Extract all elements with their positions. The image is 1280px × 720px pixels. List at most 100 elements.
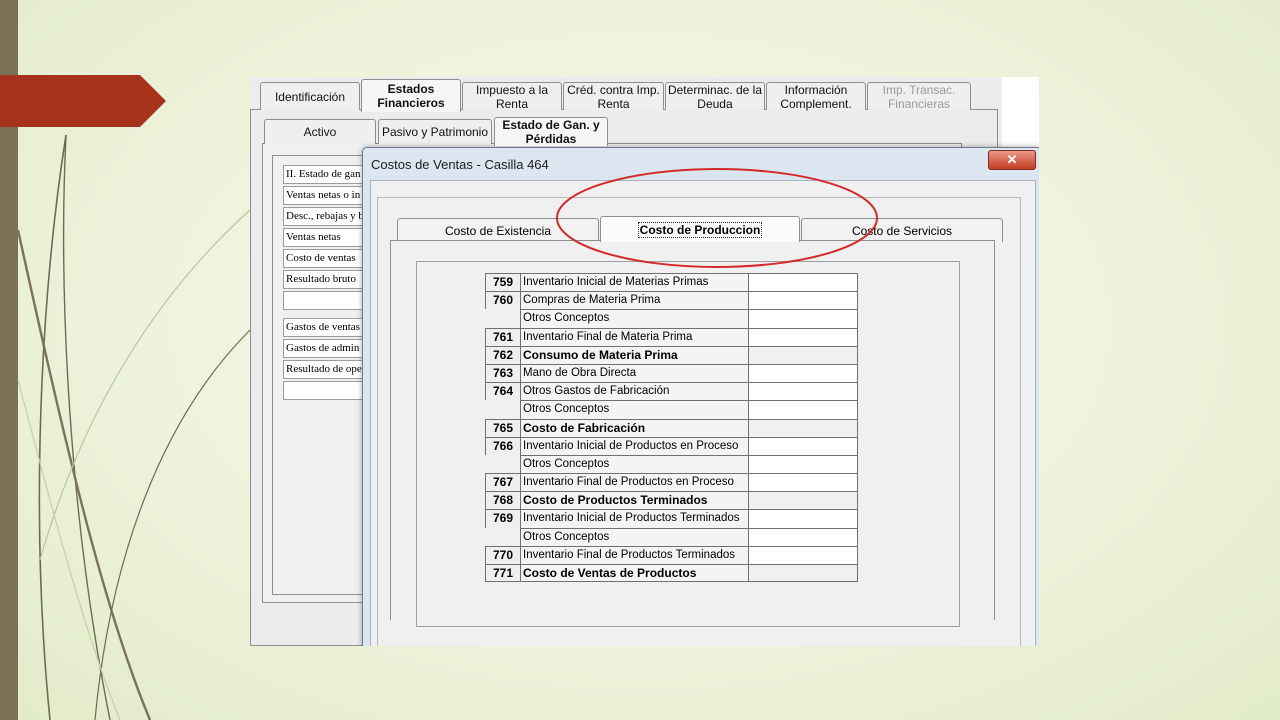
cost-row: 766 Inventario Inicial de Productos en Pr… bbox=[485, 436, 858, 455]
cost-row: Otros Conceptos bbox=[485, 309, 858, 328]
casilla-code: 765 bbox=[485, 418, 520, 437]
dialog-tab-1[interactable]: Costo de Produccion bbox=[600, 216, 800, 242]
tab-label: Pasivo y Patrimonio bbox=[381, 125, 489, 139]
tab-label: Financieras bbox=[887, 96, 950, 111]
casilla-code: 770 bbox=[485, 545, 520, 564]
dialog-title: Costos de Ventas - Casilla 464 bbox=[371, 157, 549, 172]
tab-label: Impuesto a la bbox=[475, 82, 549, 97]
cost-row: 761 Inventario Final de Materia Prima bbox=[485, 327, 858, 346]
casilla-code: 771 bbox=[485, 564, 520, 583]
cost-row: 765 Costo de Fabricación bbox=[485, 418, 858, 437]
cost-row: 762 Consumo de Materia Prima bbox=[485, 345, 858, 364]
cost-label: Inventario Final de Productos en Proceso bbox=[520, 473, 749, 492]
sub-tab-1[interactable]: Pasivo y Patrimonio bbox=[378, 119, 492, 144]
tab-label: Complement. bbox=[780, 96, 852, 111]
casilla-code: 764 bbox=[485, 382, 520, 401]
cost-row: 770 Inventario Final de Productos Termina… bbox=[485, 545, 858, 564]
close-icon: ✕ bbox=[1006, 152, 1018, 167]
cost-label: Inventario Inicial de Materias Primas bbox=[520, 273, 749, 292]
cost-label: Costo de Fabricación bbox=[520, 418, 749, 437]
cost-value-field[interactable] bbox=[749, 527, 858, 546]
tab-label: Pérdidas bbox=[525, 132, 577, 146]
cost-value-field bbox=[749, 564, 858, 583]
cost-value-field[interactable] bbox=[749, 545, 858, 564]
casilla-code: 768 bbox=[485, 491, 520, 510]
casilla-code bbox=[485, 528, 520, 546]
cost-value-field[interactable] bbox=[749, 436, 858, 455]
cost-label: Costo de Ventas de Productos bbox=[520, 564, 749, 583]
statement-row: Gastos de admin bbox=[283, 339, 363, 358]
main-tab-2[interactable]: Impuesto a la Renta bbox=[462, 82, 562, 111]
tab-label: Créd. contra Imp. bbox=[567, 82, 660, 97]
main-tab-3[interactable]: Créd. contra Imp. Renta bbox=[563, 82, 664, 111]
cost-row: 764 Otros Gastos de Fabricación bbox=[485, 382, 858, 401]
casilla-code: 769 bbox=[485, 509, 520, 528]
statement-row: Resultado de ope bbox=[283, 360, 363, 379]
cost-row: 760 Compras de Materia Prima bbox=[485, 291, 858, 310]
cost-row: 768 Costo de Productos Terminados bbox=[485, 491, 858, 510]
cost-label: Inventario Final de Materia Prima bbox=[520, 327, 749, 346]
tab-label: Renta bbox=[597, 96, 630, 111]
cost-value-field[interactable] bbox=[749, 473, 858, 492]
sub-tab-0[interactable]: Activo bbox=[264, 119, 376, 144]
main-tab-0[interactable]: Identificación bbox=[260, 82, 360, 110]
main-tab-6[interactable]: Imp. Transac. Financieras bbox=[867, 82, 971, 111]
casilla-code bbox=[485, 455, 520, 473]
statement-row: Ventas netas o in bbox=[283, 186, 363, 205]
cost-value-field[interactable] bbox=[749, 382, 858, 401]
cost-value-field bbox=[749, 418, 858, 437]
cost-label: Otros Conceptos bbox=[520, 527, 749, 546]
cost-label: Consumo de Materia Prima bbox=[520, 345, 749, 364]
cost-value-field[interactable] bbox=[749, 400, 858, 419]
cost-row: Otros Conceptos bbox=[485, 400, 858, 419]
main-tab-4[interactable]: Determinac. de la Deuda bbox=[665, 82, 765, 111]
cost-label: Compras de Materia Prima bbox=[520, 291, 749, 310]
cost-label: Costo de Productos Terminados bbox=[520, 491, 749, 510]
cost-label: Otros Conceptos bbox=[520, 309, 749, 328]
tab-label: Identificación bbox=[274, 89, 346, 104]
close-button[interactable]: ✕ bbox=[988, 150, 1036, 170]
statement-row: II. Estado de gan bbox=[283, 165, 363, 184]
cost-value-field[interactable] bbox=[749, 327, 858, 346]
main-tab-5[interactable]: Información Complement. bbox=[766, 82, 866, 111]
cost-label: Inventario Final de Productos Terminados bbox=[520, 545, 749, 564]
application-screenshot: Identificación Estados Financieros Impuesto… bbox=[250, 77, 1039, 646]
cost-row: 769 Inventario Inicial de Productos Termi… bbox=[485, 509, 858, 528]
cost-label: Inventario Inicial de Productos Terminad… bbox=[520, 509, 749, 528]
statement-row: Resultado bruto bbox=[283, 270, 363, 289]
cost-row: 763 Mano de Obra Directa bbox=[485, 363, 858, 383]
dialog-tab-label: Costo de Existencia bbox=[444, 224, 552, 238]
cost-row: 767 Inventario Final de Productos en Proc… bbox=[485, 473, 858, 492]
cost-row: Otros Conceptos bbox=[485, 454, 858, 474]
tab-label: Imp. Transac. bbox=[882, 82, 956, 97]
statement-row[interactable] bbox=[283, 291, 363, 310]
casilla-code: 760 bbox=[485, 291, 520, 310]
tab-label: Activo bbox=[303, 125, 337, 139]
statement-row: Desc., rebajas y b bbox=[283, 207, 363, 226]
tab-label: Deuda bbox=[697, 96, 733, 111]
cost-label: Inventario Inicial de Productos en Proce… bbox=[520, 436, 749, 455]
statement-rows: II. Estado de gan Ventas netas o in Desc.,… bbox=[283, 165, 363, 402]
cost-value-field bbox=[749, 491, 858, 510]
cost-row: 771 Costo de Ventas de Productos bbox=[485, 564, 858, 583]
cost-value-field[interactable] bbox=[749, 454, 858, 474]
casilla-code: 767 bbox=[485, 473, 520, 492]
cost-grid: 759 Inventario Inicial de Materias Primas… bbox=[485, 273, 858, 583]
sub-tab-2[interactable]: Estado de Gan. y Pérdidas bbox=[494, 117, 608, 146]
cost-label: Otros Conceptos bbox=[520, 454, 749, 474]
main-tab-1[interactable]: Estados Financieros bbox=[361, 79, 461, 112]
cost-value-field[interactable] bbox=[749, 309, 858, 328]
tab-label: Determinac. de la bbox=[667, 82, 763, 97]
cost-value-field[interactable] bbox=[749, 509, 858, 528]
cost-label: Otros Gastos de Fabricación bbox=[520, 382, 749, 401]
cost-value-field[interactable] bbox=[749, 363, 858, 383]
casilla-code: 763 bbox=[485, 363, 520, 383]
cost-value-field[interactable] bbox=[749, 273, 858, 292]
statement-row[interactable] bbox=[283, 381, 363, 400]
cost-value-field[interactable] bbox=[749, 291, 858, 310]
dialog-tab-2[interactable]: Costo de Servicios bbox=[801, 218, 1003, 242]
statement-row: Costo de ventas bbox=[283, 249, 363, 268]
cost-row: 759 Inventario Inicial de Materias Primas bbox=[485, 273, 858, 292]
tab-label: Financieros bbox=[377, 96, 445, 110]
dialog-tab-0[interactable]: Costo de Existencia bbox=[397, 218, 599, 242]
